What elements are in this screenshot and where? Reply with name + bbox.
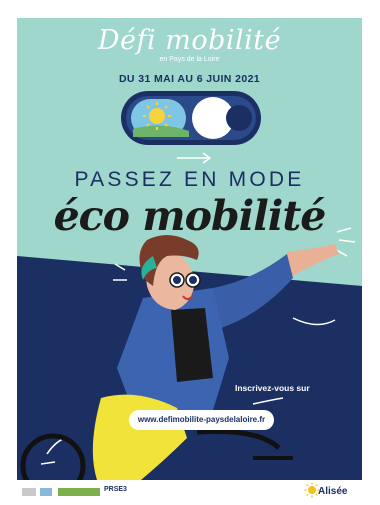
region-logo [58, 488, 100, 496]
partner-logo [40, 488, 52, 496]
cta-text: Inscrivez-vous sur [235, 383, 310, 393]
prse-logo: PRSE3 [104, 486, 127, 493]
website-link[interactable]: www.defimobilite-paysdelaloire.fr [129, 410, 274, 430]
footer-logos: PRSE3 Alisée [0, 480, 380, 505]
alisee-logo: Alisée [318, 486, 348, 497]
republique-logo [22, 488, 36, 496]
poster: Défi mobilité en Pays de la Loire DU 31 … [17, 18, 362, 480]
